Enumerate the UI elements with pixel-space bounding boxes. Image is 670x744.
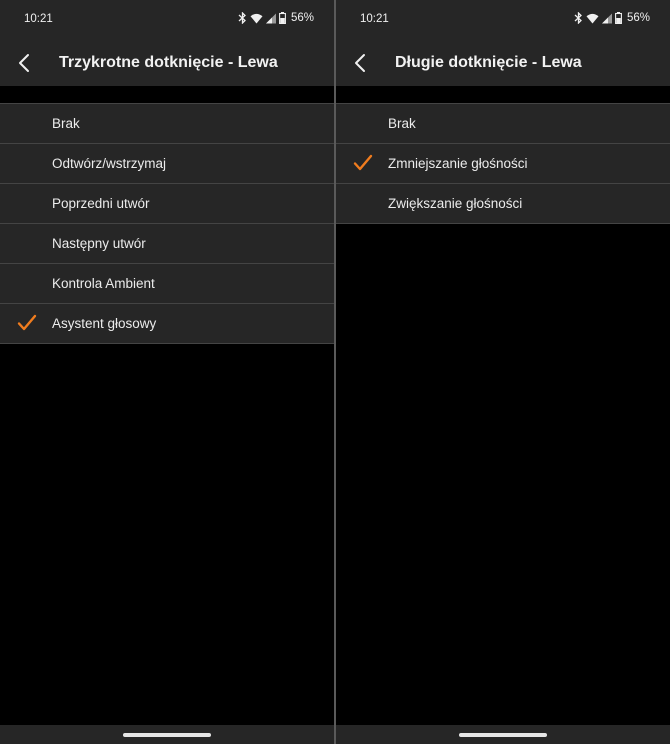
navigation-bar — [0, 725, 334, 744]
home-gesture-handle[interactable] — [123, 733, 211, 737]
status-time: 10:21 — [360, 13, 389, 25]
list-item-label: Następny utwór — [52, 236, 146, 251]
arrow-back-icon — [19, 54, 29, 72]
back-button[interactable] — [346, 49, 374, 77]
list-item-label: Zwiększanie głośności — [388, 196, 523, 211]
battery-icon — [279, 12, 286, 24]
battery-percentage: 56% — [290, 12, 314, 24]
battery-percentage: 56% — [626, 12, 650, 24]
list-item[interactable]: Zmniejszanie głośności — [336, 143, 670, 183]
battery-icon — [615, 12, 622, 24]
options-list: Brak Zmniejszanie głośności Zwiększanie gł… — [336, 103, 670, 224]
list-item-label: Kontrola Ambient — [52, 276, 155, 291]
list-item-label: Brak — [52, 116, 80, 131]
checkmark-icon — [353, 154, 373, 171]
status-bar: 10:21 56% — [0, 0, 334, 40]
status-bar: 10:21 56% — [336, 0, 670, 40]
phone-screen-left: 10:21 56% Trzykrotne dotknięcie - Lewa B… — [0, 0, 334, 744]
navigation-bar — [336, 725, 670, 744]
list-item[interactable]: Zwiększanie głośności — [336, 183, 670, 224]
bluetooth-icon — [574, 12, 583, 24]
options-list: Brak Odtwórz/wstrzymaj Poprzedni utwór Nast… — [0, 103, 334, 344]
list-item-label: Zmniejszanie głośności — [388, 156, 528, 171]
list-item[interactable]: Brak — [0, 103, 334, 143]
list-item[interactable]: Asystent głosowy — [0, 303, 334, 344]
list-item-label: Poprzedni utwór — [52, 196, 150, 211]
back-button[interactable] — [10, 49, 38, 77]
list-item[interactable]: Brak — [336, 103, 670, 143]
app-bar: Trzykrotne dotknięcie - Lewa — [0, 40, 334, 86]
status-icons: 56% — [238, 12, 314, 24]
checkmark-icon — [17, 314, 37, 331]
list-item-label: Brak — [388, 116, 416, 131]
wifi-icon — [586, 13, 599, 24]
arrow-back-icon — [355, 54, 365, 72]
cell-signal-icon — [265, 13, 276, 24]
page-title: Długie dotknięcie - Lewa — [395, 54, 582, 71]
home-gesture-handle[interactable] — [459, 733, 547, 737]
page-title: Trzykrotne dotknięcie - Lewa — [59, 54, 278, 71]
app-bar: Długie dotknięcie - Lewa — [336, 40, 670, 86]
cell-signal-icon — [601, 13, 612, 24]
phone-screen-right: 10:21 56% Długie dotknięcie - Lewa Brak Z… — [336, 0, 670, 744]
list-item-label: Asystent głosowy — [52, 316, 157, 331]
list-item[interactable]: Następny utwór — [0, 223, 334, 263]
status-icons: 56% — [574, 12, 650, 24]
list-item[interactable]: Odtwórz/wstrzymaj — [0, 143, 334, 183]
list-item[interactable]: Kontrola Ambient — [0, 263, 334, 303]
bluetooth-icon — [238, 12, 247, 24]
list-item-label: Odtwórz/wstrzymaj — [52, 156, 167, 171]
wifi-icon — [250, 13, 263, 24]
list-item[interactable]: Poprzedni utwór — [0, 183, 334, 223]
status-time: 10:21 — [24, 13, 53, 25]
